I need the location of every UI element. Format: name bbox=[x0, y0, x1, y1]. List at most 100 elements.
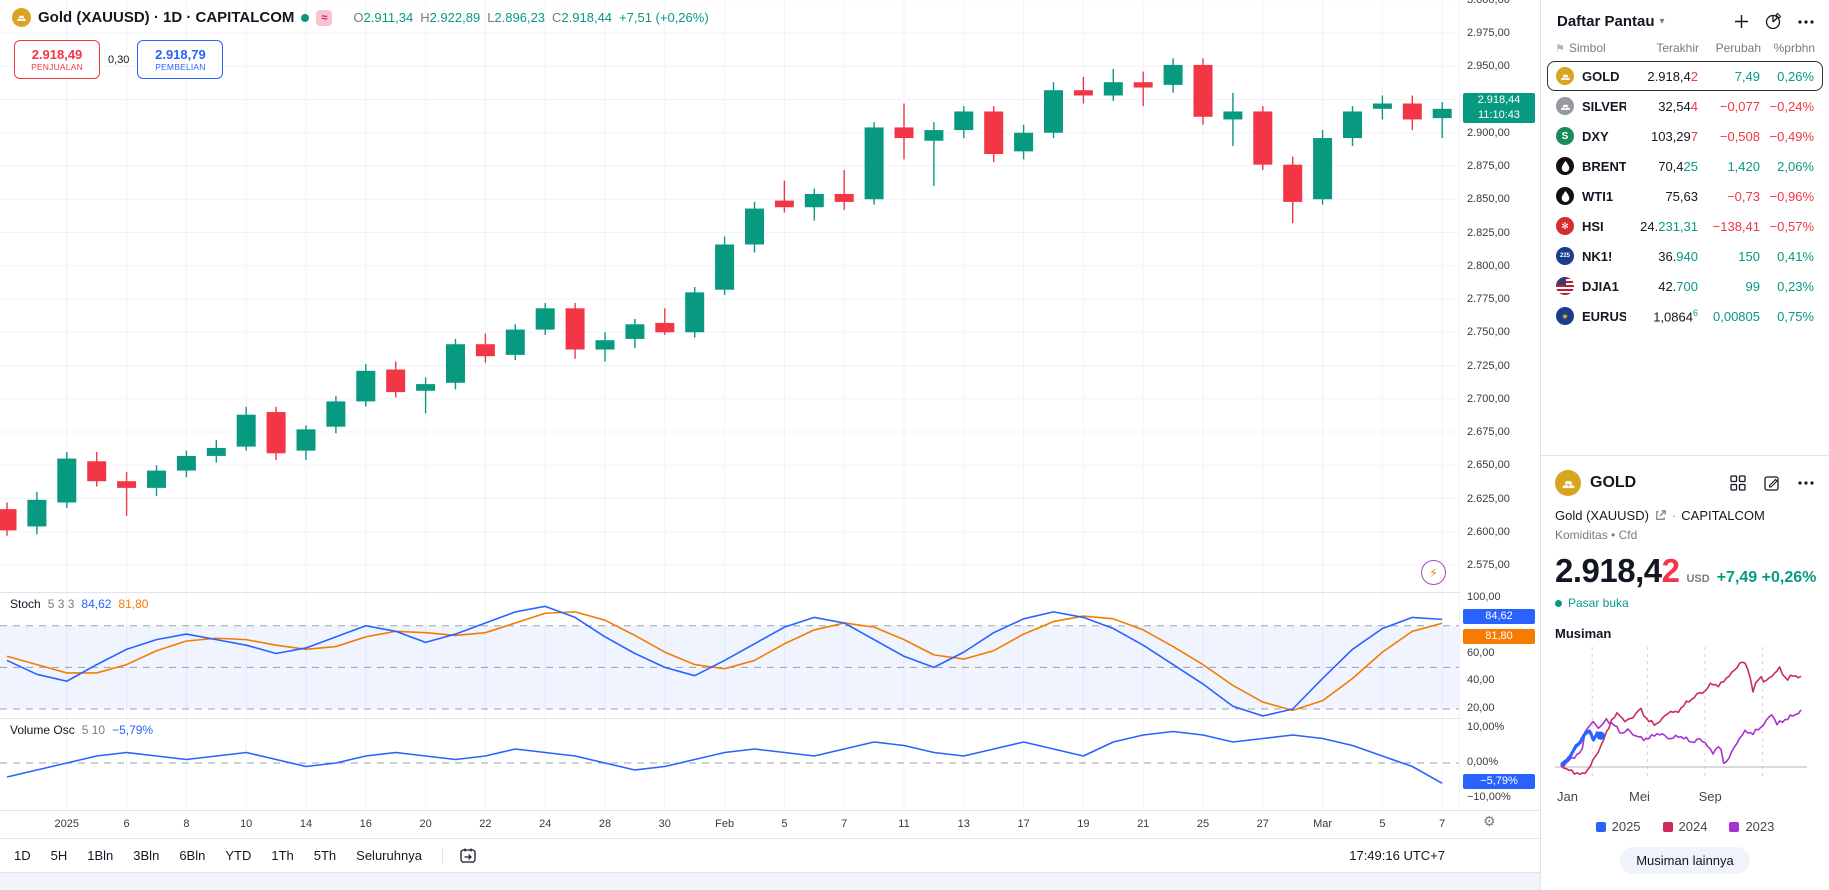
go-to-date-icon[interactable] bbox=[459, 847, 478, 865]
watchlist-row-wti1[interactable]: WTI175,63−0,73−0,96% bbox=[1547, 181, 1823, 211]
vol-tick: 0,00% bbox=[1467, 756, 1498, 768]
seasonal-line-2025 bbox=[1561, 731, 1601, 765]
time-tick: 27 bbox=[1257, 818, 1269, 830]
range-button-5h[interactable]: 5H bbox=[51, 848, 68, 863]
watchlist-row-hsi[interactable]: ✻HSI24.231,31−138,41−0,57% bbox=[1547, 211, 1823, 241]
watchlist-more-kebab-icon[interactable] bbox=[1797, 19, 1815, 25]
column-last[interactable]: Terakhir bbox=[1627, 41, 1699, 55]
candlestick-chart[interactable] bbox=[0, 0, 1459, 592]
row-change: 0,00805 bbox=[1698, 309, 1760, 324]
buy-button[interactable]: 2.918,79 PEMBELIAN bbox=[137, 40, 223, 79]
seasonal-month-sep: Sep bbox=[1699, 789, 1722, 804]
stochastic-pane[interactable]: Stoch 5 3 3 84,62 81,80 bbox=[0, 592, 1459, 719]
chart-region: Gold (XAUUSD) · 1D · CAPITALCOM ≈ O2.911… bbox=[0, 0, 1540, 890]
legend-item-2023[interactable]: 2023 bbox=[1729, 819, 1774, 834]
chart-legend: Gold (XAUUSD) · 1D · CAPITALCOM ≈ O2.911… bbox=[12, 8, 709, 27]
vol-tick: 10,00% bbox=[1467, 721, 1504, 733]
legend-item-2025[interactable]: 2025 bbox=[1596, 819, 1641, 834]
detail-more-kebab-icon[interactable] bbox=[1797, 480, 1815, 486]
watchlist-row-eurusi[interactable]: ★EURUSI1,086460,008050,75% bbox=[1547, 301, 1823, 331]
price-tick: 2.675,00 bbox=[1467, 426, 1510, 438]
price-tick: 2.875,00 bbox=[1467, 160, 1510, 172]
watchlist: Daftar Pantau ▾ ⚑ Simbol bbox=[1541, 0, 1829, 442]
time-tick: 25 bbox=[1197, 818, 1209, 830]
price-pane[interactable]: Gold (XAUUSD) · 1D · CAPITALCOM ≈ O2.911… bbox=[0, 0, 1459, 592]
watchlist-row-brent[interactable]: BRENT70,4251,4202,06% bbox=[1547, 151, 1823, 181]
time-tick: 5 bbox=[1379, 818, 1385, 830]
detail-subtitle: Gold (XAUUSD) · CAPITALCOM bbox=[1555, 508, 1815, 523]
row-change: 1,420 bbox=[1698, 159, 1760, 174]
detail-name-link[interactable]: Gold (XAUUSD) bbox=[1555, 508, 1649, 523]
stoch-d-value: 81,80 bbox=[118, 597, 148, 611]
volume-osc-pane[interactable]: Volume Osc 5 10 −5,79% TradingView bbox=[0, 718, 1459, 811]
range-button-1d[interactable]: 1D bbox=[14, 848, 31, 863]
range-button-1bln[interactable]: 1Bln bbox=[87, 848, 113, 863]
time-tick: 7 bbox=[841, 818, 847, 830]
edit-note-icon[interactable] bbox=[1763, 474, 1781, 492]
column-symbol[interactable]: Simbol bbox=[1569, 41, 1627, 55]
detail-currency: USD bbox=[1686, 573, 1709, 585]
range-button-seluruhnya[interactable]: Seluruhnya bbox=[356, 848, 422, 863]
watchlist-row-gold[interactable]: GOLD2.918,427,490,26% bbox=[1547, 61, 1823, 91]
quick-action-lightning-icon[interactable]: ⚡ bbox=[1421, 560, 1446, 585]
stoch-params: 5 3 3 bbox=[48, 597, 75, 611]
range-button-1th[interactable]: 1Th bbox=[271, 848, 293, 863]
stoch-tick: 60,00 bbox=[1467, 647, 1495, 659]
row-last: 2.918,42 bbox=[1626, 69, 1698, 84]
watchlist-row-dxy[interactable]: SDXY103,297−0,508−0,49% bbox=[1547, 121, 1823, 151]
range-button-ytd[interactable]: YTD bbox=[225, 848, 251, 863]
detail-category: Komiditas • Cfd bbox=[1555, 528, 1815, 542]
range-button-6bln[interactable]: 6Bln bbox=[179, 848, 205, 863]
seasonal-chart[interactable]: JanMeiSep bbox=[1555, 643, 1815, 805]
watchlist-row-nk1![interactable]: 225NK1!36.9401500,41% bbox=[1547, 241, 1823, 271]
row-pct: −0,57% bbox=[1760, 219, 1814, 234]
row-last: 70,425 bbox=[1626, 159, 1698, 174]
market-open-dot-icon bbox=[1555, 600, 1562, 607]
row-last: 1,08646 bbox=[1626, 308, 1698, 324]
legend-item-2024[interactable]: 2024 bbox=[1663, 819, 1708, 834]
time-tick: 17 bbox=[1017, 818, 1029, 830]
row-pct: 2,06% bbox=[1760, 159, 1814, 174]
time-axis[interactable]: 2025681014162022242830Feb571113171921252… bbox=[0, 810, 1540, 839]
add-symbol-plus-icon[interactable] bbox=[1733, 13, 1750, 30]
trading-platform: Gold (XAUUSD) · 1D · CAPITALCOM ≈ O2.911… bbox=[0, 0, 1829, 890]
strategy-badge-icon[interactable]: ≈ bbox=[316, 10, 332, 26]
seasonal-more-button[interactable]: Musiman lainnya bbox=[1620, 847, 1750, 874]
row-pct: 0,23% bbox=[1760, 279, 1814, 294]
column-change[interactable]: Perubah bbox=[1699, 41, 1761, 55]
watchlist-title: Daftar Pantau bbox=[1557, 13, 1655, 30]
pie-chart-edit-icon[interactable] bbox=[1764, 12, 1783, 31]
watchlist-title-dropdown[interactable]: Daftar Pantau ▾ bbox=[1557, 13, 1665, 30]
grid-view-icon[interactable] bbox=[1729, 474, 1747, 492]
volume-osc-legend[interactable]: Volume Osc 5 10 −5,79% bbox=[10, 723, 153, 737]
watchlist-row-silver[interactable]: SILVER32,544−0,077−0,24% bbox=[1547, 91, 1823, 121]
seasonal-month-labels: JanMeiSep bbox=[1555, 789, 1815, 805]
volume-osc-chart[interactable] bbox=[0, 719, 1459, 811]
time-tick: 6 bbox=[124, 818, 130, 830]
clock[interactable]: 17:49:16 UTC+7 bbox=[1349, 848, 1445, 863]
watchlist-row-djia1[interactable]: DJIA142.700990,23% bbox=[1547, 271, 1823, 301]
ohlc-item: L2.896,23 bbox=[487, 10, 545, 25]
detail-price-main: 2.918,4 bbox=[1555, 552, 1662, 589]
watchlist-column-headers[interactable]: ⚑ Simbol Terakhir Perubah %prbhn bbox=[1547, 39, 1823, 61]
row-symbol: NK1! bbox=[1582, 249, 1626, 264]
range-button-5th[interactable]: 5Th bbox=[314, 848, 336, 863]
price-tick: 2.575,00 bbox=[1467, 559, 1510, 571]
stochastic-legend[interactable]: Stoch 5 3 3 84,62 81,80 bbox=[10, 597, 148, 611]
range-button-3bln[interactable]: 3Bln bbox=[133, 848, 159, 863]
symbol-title[interactable]: Gold (XAUUSD) · 1D · CAPITALCOM bbox=[38, 9, 294, 26]
price-tick: 2.775,00 bbox=[1467, 293, 1510, 305]
row-last: 36.940 bbox=[1626, 249, 1698, 264]
time-tick: 30 bbox=[659, 818, 671, 830]
sell-button[interactable]: 2.918,49 PENJUALAN bbox=[14, 40, 100, 79]
time-tick: 19 bbox=[1077, 818, 1089, 830]
price-axis[interactable]: 3.000,002.975,002.950,002.925,002.900,00… bbox=[1459, 0, 1541, 810]
buy-price: 2.918,79 bbox=[155, 48, 206, 62]
price-gridlines bbox=[0, 0, 1459, 592]
range-toolbar: 1D 5H 1Bln 3Bln 6Bln YTD 1Th 5Th Seluruhnya 17:49… bbox=[0, 838, 1540, 872]
external-link-icon[interactable] bbox=[1654, 509, 1667, 522]
stochastic-chart[interactable] bbox=[0, 593, 1459, 719]
axis-settings-gear-icon[interactable]: ⚙ bbox=[1483, 813, 1496, 830]
column-pct[interactable]: %prbhn bbox=[1761, 41, 1815, 55]
time-tick: 22 bbox=[479, 818, 491, 830]
